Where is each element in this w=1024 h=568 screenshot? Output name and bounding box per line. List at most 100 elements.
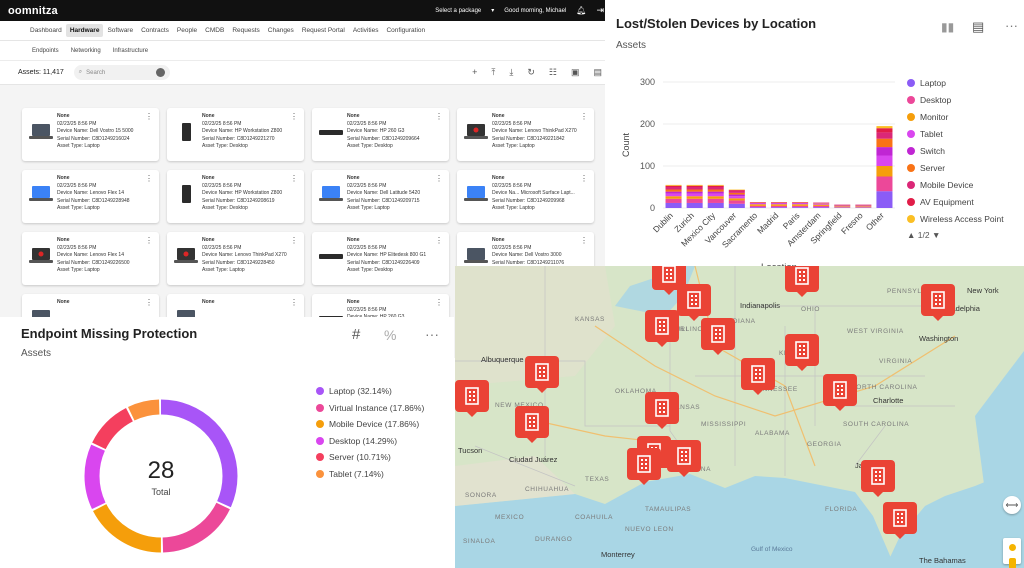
location-pin[interactable]	[677, 284, 711, 321]
bell-icon[interactable]: 🔔︎	[576, 6, 586, 15]
kebab-menu-icon[interactable]: ⋮	[145, 236, 153, 245]
kebab-menu-icon[interactable]: ⋮	[145, 112, 153, 121]
asset-card[interactable]: None 02/23/25 8:56 PM Device Name: HP Elit…	[312, 232, 449, 285]
legend-item[interactable]: AV Equipment	[907, 193, 1004, 210]
kebab-menu-icon[interactable]: ⋮	[290, 298, 298, 307]
legend-item[interactable]: Monitor	[907, 108, 1004, 125]
nav-item-hardware[interactable]: Hardware	[65, 24, 104, 37]
donut-legend-item[interactable]: Laptop (32.14%)	[316, 383, 424, 400]
location-pin[interactable]	[741, 358, 775, 395]
nav-item-people[interactable]: People	[173, 24, 201, 37]
location-pin[interactable]	[455, 380, 489, 417]
legend-item[interactable]: Wireless Access Point	[907, 210, 1004, 227]
location-pin[interactable]	[785, 266, 819, 297]
zoom-button[interactable]: ⟷	[1003, 496, 1021, 514]
view-icon[interactable]: ▤	[593, 67, 602, 78]
legend-dot	[316, 387, 324, 396]
kebab-menu-icon[interactable]: ⋮	[580, 236, 588, 245]
search-input[interactable]: ⌕ Search	[73, 65, 170, 80]
columns-icon[interactable]: ☷	[549, 67, 557, 78]
more-icon[interactable]: ···	[425, 326, 439, 342]
asset-card[interactable]: None 02/23/25 8:56 PM Device Name: Lenovo …	[22, 170, 159, 223]
donut-legend-item[interactable]: Mobile Device (17.86%)	[316, 416, 424, 433]
download-icon[interactable]: ⤓	[509, 67, 513, 78]
more-icon[interactable]: ···	[1005, 18, 1018, 33]
nav-item-dashboard[interactable]: Dashboard	[26, 24, 66, 37]
kebab-menu-icon[interactable]: ⋮	[145, 298, 153, 307]
location-pin[interactable]	[883, 502, 917, 539]
legend-item[interactable]: Mobile Device	[907, 176, 1004, 193]
bar-chart-icon[interactable]: ▮▮	[941, 20, 954, 34]
location-pin[interactable]	[667, 440, 701, 477]
asset-card[interactable]: None 02/23/25 8:56 PM Device Name: Lenovo …	[167, 232, 304, 285]
nav-item-requests[interactable]: Requests	[228, 24, 263, 37]
nav-item-configuration[interactable]: Configuration	[382, 24, 429, 37]
building-window	[755, 373, 757, 375]
legend-pager[interactable]: ▲ 1/2 ▼	[907, 230, 940, 240]
chevron-down-icon[interactable]: ▾	[491, 7, 494, 14]
legend-item[interactable]: Tablet	[907, 125, 1004, 142]
kebab-menu-icon[interactable]: ⋮	[580, 112, 588, 121]
legend-item[interactable]: Switch	[907, 142, 1004, 159]
laptop-base	[464, 198, 488, 201]
nav-item-changes[interactable]: Changes	[264, 24, 298, 37]
location-pin[interactable]	[645, 310, 679, 347]
location-pin[interactable]	[525, 356, 559, 393]
refresh-icon[interactable]: ↻	[527, 67, 535, 78]
nav-item-activities[interactable]: Activities	[349, 24, 383, 37]
location-pin[interactable]	[785, 334, 819, 371]
asset-card[interactable]: None 02/23/25 8:56 PM Device Name: HP Work…	[167, 170, 304, 223]
pegman-icon[interactable]	[1003, 538, 1021, 568]
kebab-menu-icon[interactable]: ⋮	[145, 174, 153, 183]
location-pin[interactable]	[921, 284, 955, 321]
kebab-menu-icon[interactable]: ⋮	[435, 298, 443, 307]
subnav-infrastructure[interactable]: Infrastructure	[113, 48, 148, 54]
location-pin[interactable]	[627, 448, 661, 485]
building-outline	[687, 291, 701, 309]
kebab-menu-icon[interactable]: ⋮	[580, 174, 588, 183]
donut-legend-item[interactable]: Virtual Instance (17.86%)	[316, 400, 424, 417]
location-pin[interactable]	[823, 374, 857, 411]
nav-item-cmdb[interactable]: CMDB	[201, 24, 228, 37]
kebab-menu-icon[interactable]: ⋮	[290, 112, 298, 121]
percent-mode-icon[interactable]: %	[384, 327, 396, 343]
count-mode-icon[interactable]: #	[352, 326, 360, 343]
panel-icon[interactable]: ▣	[571, 67, 580, 78]
donut-legend-item[interactable]: Tablet (7.14%)	[316, 466, 424, 483]
location-pin[interactable]	[515, 406, 549, 443]
asset-card[interactable]: None02/23/25 8:56 PMDevice Name: HP 260 …	[312, 108, 449, 161]
kebab-menu-icon[interactable]: ⋮	[290, 236, 298, 245]
subnav-networking[interactable]: Networking	[71, 48, 101, 54]
asset-card[interactable]: None 02/23/25 8:56 PM Device Name: Lenovo …	[22, 232, 159, 285]
nav-item-contracts[interactable]: Contracts	[137, 24, 173, 37]
package-select[interactable]: Select a package	[435, 8, 481, 14]
kebab-menu-icon[interactable]: ⋮	[435, 174, 443, 183]
asset-card[interactable]: None 02/23/25 8:56 PM Device Name: HP Work…	[167, 108, 304, 161]
legend-item[interactable]: Laptop	[907, 74, 1004, 91]
logout-icon[interactable]: ⇥	[596, 5, 604, 16]
location-pin[interactable]	[645, 392, 679, 429]
locations-map[interactable]: Indianapolis New York Washington Albuquerqu…	[455, 266, 1024, 568]
asset-card[interactable]: None 02/23/25 8:56 PM Device Na... Microso…	[457, 170, 594, 223]
kebab-menu-icon[interactable]: ⋮	[435, 112, 443, 121]
subnav-endpoints[interactable]: Endpoints	[32, 48, 59, 54]
location-pin[interactable]	[861, 460, 895, 497]
location-pin[interactable]	[701, 318, 735, 355]
kebab-menu-icon[interactable]: ⋮	[435, 236, 443, 245]
donut-legend-item[interactable]: Server (10.71%)	[316, 449, 424, 466]
legend-item[interactable]: Server	[907, 159, 1004, 176]
nav-item-request-portal[interactable]: Request Portal	[298, 24, 349, 37]
add-icon[interactable]: +	[472, 67, 477, 78]
filter-icon[interactable]	[155, 68, 165, 77]
building-window	[543, 367, 545, 369]
legend-item[interactable]: Desktop	[907, 91, 1004, 108]
donut-legend-item[interactable]: Desktop (14.29%)	[316, 433, 424, 450]
asset-card[interactable]: None 02/23/25 8:56 PM Device Name: Lenovo …	[457, 108, 594, 161]
upload-icon[interactable]: ⤒	[491, 67, 495, 78]
asset-card[interactable]: None 02/23/25 8:56 PM Device Name: Dell La…	[312, 170, 449, 223]
card-type: Asset Type: Laptop	[492, 205, 535, 211]
table-icon[interactable]: ▤	[972, 19, 984, 35]
asset-card[interactable]: None 02/23/25 8:56 PM Device Name: Dell Vo…	[22, 108, 159, 161]
kebab-menu-icon[interactable]: ⋮	[290, 174, 298, 183]
nav-item-software[interactable]: Software	[103, 24, 137, 37]
